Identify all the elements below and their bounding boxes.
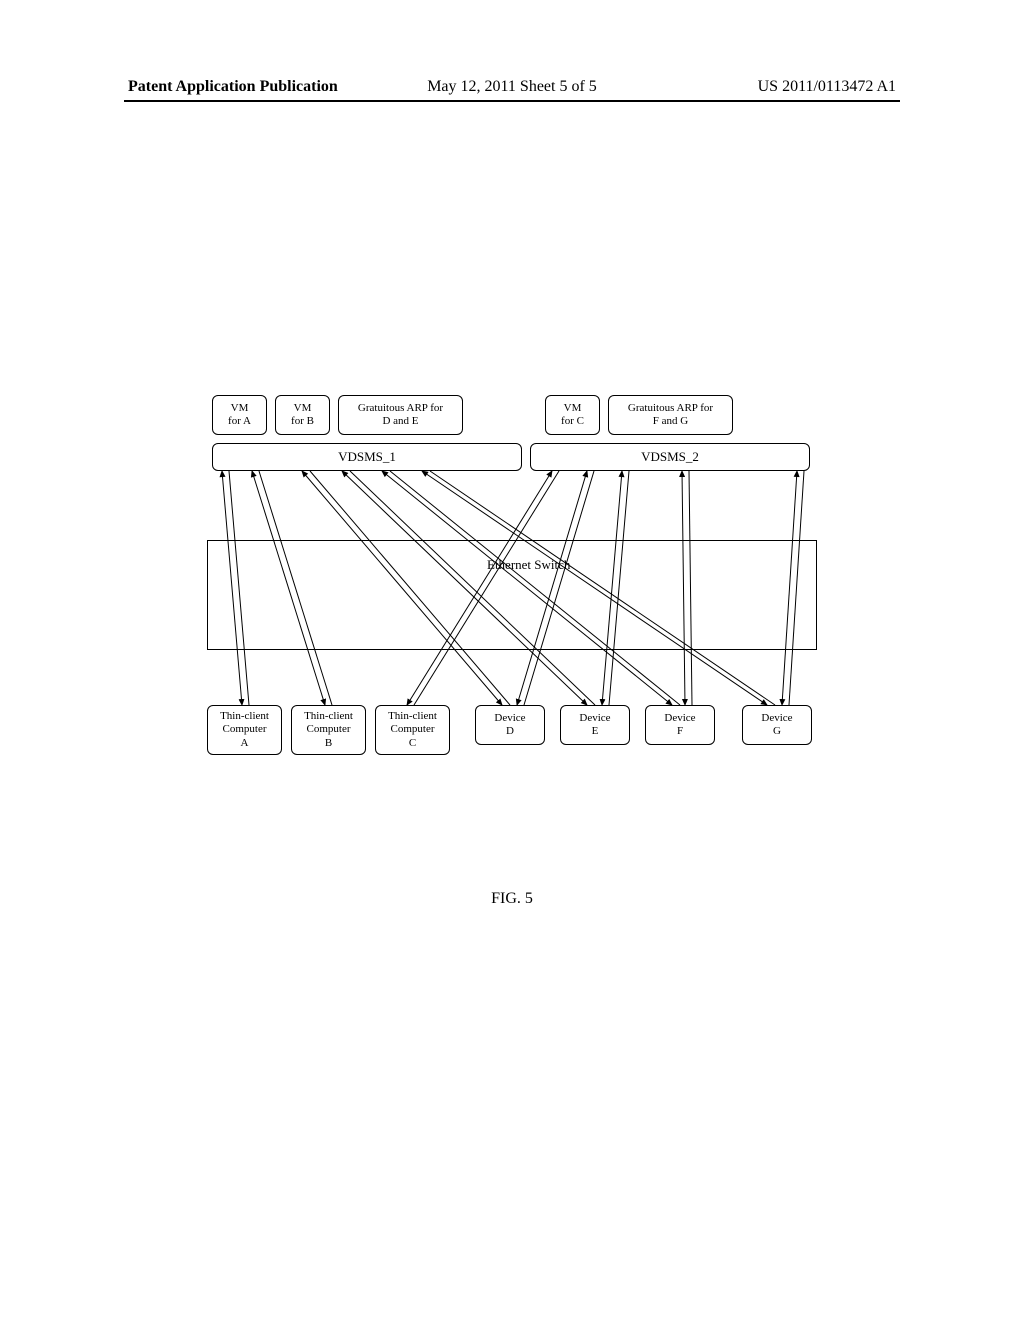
ethernet-switch-label: Ethernet Switch — [487, 557, 570, 573]
vm-a-box: VMfor A — [212, 395, 267, 435]
header-right: US 2011/0113472 A1 — [758, 78, 896, 96]
header-left: Patent Application Publication — [128, 78, 338, 96]
figure-label: FIG. 5 — [491, 890, 533, 908]
vm-c-box: VMfor C — [545, 395, 600, 435]
vdsms1-box: VDSMS_1 — [212, 443, 522, 471]
arp-fg-box: Gratuitous ARP forF and G — [608, 395, 733, 435]
thin-client-c-box: Thin-clientComputerC — [375, 705, 450, 755]
device-d-box: DeviceD — [475, 705, 545, 745]
thin-client-a-box: Thin-clientComputerA — [207, 705, 282, 755]
device-f-box: DeviceF — [645, 705, 715, 745]
vdsms2-box: VDSMS_2 — [530, 443, 810, 471]
thin-client-b-box: Thin-clientComputerB — [291, 705, 366, 755]
arp-de-box: Gratuitous ARP forD and E — [338, 395, 463, 435]
device-g-box: DeviceG — [742, 705, 812, 745]
vm-b-box: VMfor B — [275, 395, 330, 435]
network-diagram: VMfor A VMfor B Gratuitous ARP forD and … — [207, 395, 817, 800]
header-center: May 12, 2011 Sheet 5 of 5 — [427, 78, 597, 96]
page-header: Patent Application Publication May 12, 2… — [0, 78, 1024, 96]
header-divider — [124, 100, 900, 102]
device-e-box: DeviceE — [560, 705, 630, 745]
